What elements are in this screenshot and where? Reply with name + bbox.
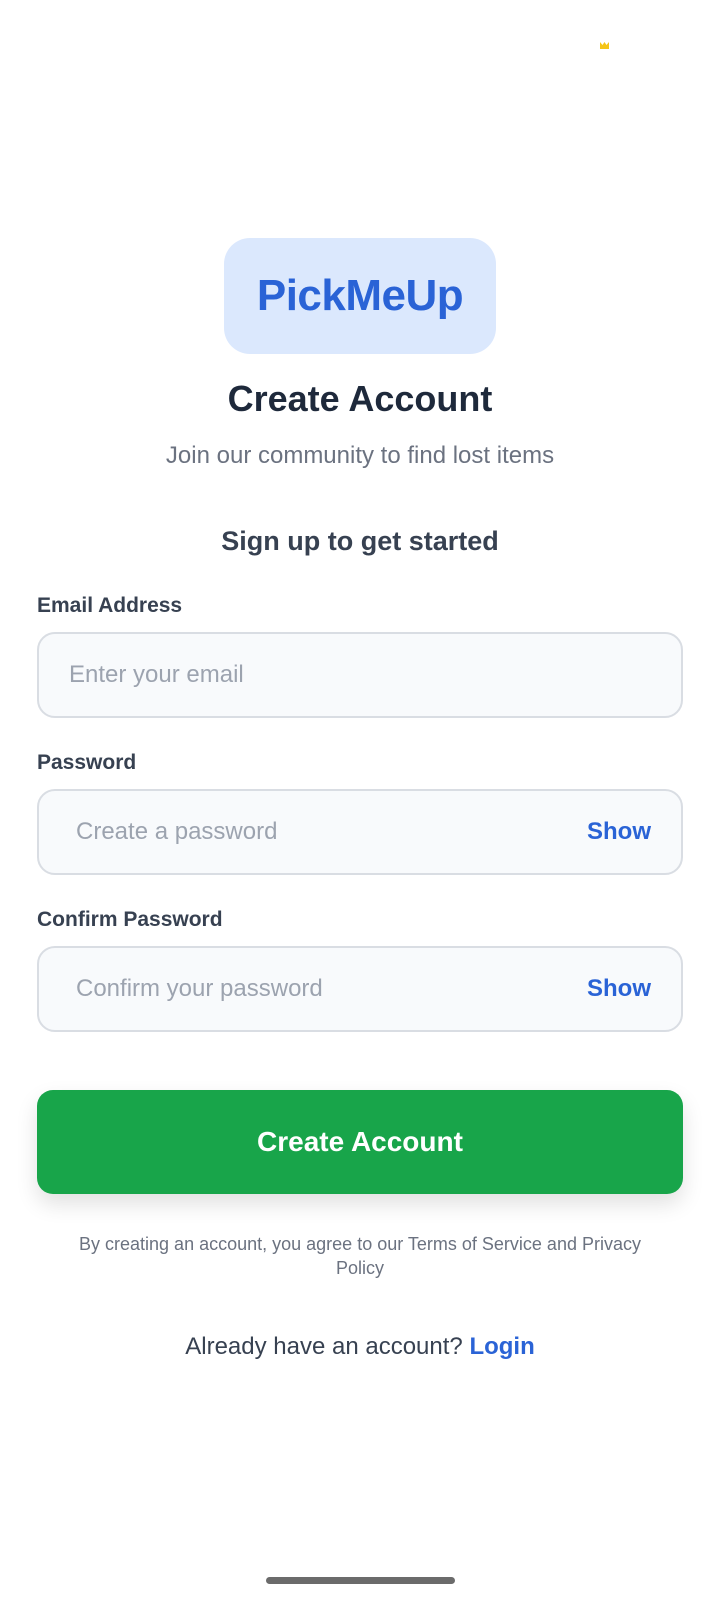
section-heading: Sign up to get started	[221, 526, 499, 556]
confirm-password-field[interactable]	[39, 948, 587, 1030]
create-account-button[interactable]: Create Account	[37, 1090, 683, 1194]
login-link[interactable]: Login	[469, 1333, 534, 1360]
password-show-toggle[interactable]: Show	[587, 818, 681, 846]
password-label: Password	[37, 751, 137, 774]
email-label: Email Address	[37, 594, 183, 617]
crown-icon	[600, 42, 609, 49]
email-field-container	[37, 632, 683, 718]
password-field-container: Show	[37, 789, 683, 875]
home-indicator[interactable]	[266, 1577, 455, 1584]
confirm-password-field-container: Show	[37, 946, 683, 1032]
confirm-password-show-toggle[interactable]: Show	[587, 975, 681, 1003]
login-prompt-row: Already have an account? Login	[0, 1333, 720, 1361]
app-logo-text: PickMeUp	[256, 271, 464, 320]
terms-notice: By creating an account, you agree to our…	[79, 1234, 641, 1278]
confirm-password-label: Confirm Password	[37, 908, 223, 931]
app-logo: PickMeUp	[224, 238, 496, 354]
page-subtitle: Join our community to find lost items	[165, 442, 555, 469]
login-prompt-text: Already have an account?	[185, 1333, 463, 1360]
page-title: Create Account	[227, 378, 493, 419]
email-field[interactable]	[39, 634, 681, 716]
password-field[interactable]	[39, 791, 587, 873]
